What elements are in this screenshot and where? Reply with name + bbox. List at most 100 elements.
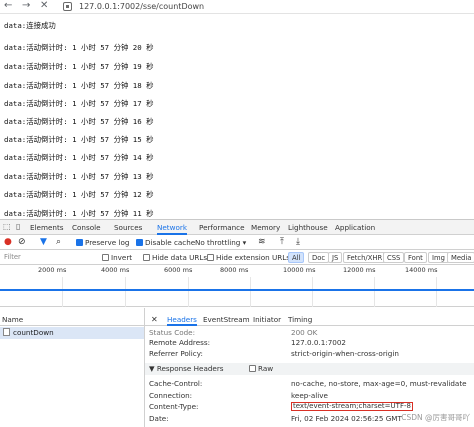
filter-icon[interactable]: ▼	[40, 235, 47, 250]
tab-console[interactable]: Console	[72, 220, 101, 235]
response-header-key: Date:	[149, 414, 169, 423]
checkbox-icon	[143, 254, 150, 261]
tab-lighthouse[interactable]: Lighthouse	[288, 220, 328, 235]
tick-gridline	[250, 277, 251, 307]
filter-type-font[interactable]: Font	[404, 252, 427, 263]
tab-timing[interactable]: Timing	[288, 313, 312, 326]
filter-type-img[interactable]: Img	[428, 252, 449, 263]
tab-headers[interactable]: Headers	[167, 313, 197, 326]
checkbox-icon	[249, 365, 256, 372]
tick-gridline	[188, 277, 189, 307]
devtools-tabbar: ⬚ ▯ Elements Console Sources Network Per…	[0, 220, 474, 235]
tab-initiator[interactable]: Initiator	[253, 313, 281, 326]
expand-triangle-icon: ▼	[149, 364, 155, 373]
general-header-value: strict-origin-when-cross-origin	[291, 349, 399, 358]
request-row-countdown[interactable]: countDown	[0, 327, 144, 339]
tick-gridline	[125, 277, 126, 307]
sse-message-line: data:活动倒计时: 1 小时 57 分钟 13 秒	[4, 172, 154, 181]
filter-type-fetch[interactable]: Fetch/XHR	[343, 252, 387, 263]
checkbox-icon	[102, 254, 109, 261]
response-header-key: Content-Type:	[149, 402, 199, 411]
tick-gridline	[312, 277, 313, 307]
filter-type-doc[interactable]: Doc	[308, 252, 330, 263]
filter-bar: Filter Invert Hide data URLs Hide extens…	[0, 250, 474, 265]
invert-label: Invert	[111, 253, 133, 262]
disable-cache-checkbox[interactable]: Disable cache	[136, 235, 195, 250]
throttling-value: No throttling	[195, 238, 241, 247]
network-toolbar: ● ⊘ ▼ ⌕ Preserve log Disable cache No th…	[0, 235, 474, 250]
close-details-icon[interactable]: ✕	[151, 313, 158, 326]
general-header-key: Remote Address:	[149, 338, 211, 347]
response-header-value: Fri, 02 Feb 2024 02:56:25 GMT	[291, 414, 402, 423]
filter-type-css[interactable]: CSS	[383, 252, 405, 263]
timeline-tick: 4000 ms	[101, 266, 130, 274]
raw-toggle[interactable]: Raw	[249, 363, 273, 375]
timeline-tick: 14000 ms	[405, 266, 438, 274]
tab-application[interactable]: Application	[335, 220, 375, 235]
sse-message-line: data:活动倒计时: 1 小时 57 分钟 15 秒	[4, 135, 154, 144]
forward-arrow-icon[interactable]: →	[22, 0, 30, 12]
network-timeline[interactable]: 2000 ms 4000 ms 6000 ms 8000 ms 10000 ms…	[0, 265, 474, 307]
general-header-value: 127.0.0.1:7002	[291, 338, 347, 347]
disable-cache-label: Disable cache	[145, 238, 196, 247]
tick-gridline	[62, 277, 63, 307]
sse-message-line: data:活动倒计时: 1 小时 57 分钟 12 秒	[4, 190, 154, 199]
address-bar[interactable]: 127.0.0.1:7002/sse/countDown	[79, 1, 204, 12]
response-headers-section[interactable]: ▼ Response Headers Raw	[145, 363, 474, 375]
timeline-tick: 10000 ms	[283, 266, 316, 274]
back-arrow-icon[interactable]: ←	[4, 0, 12, 12]
timeline-tick: 8000 ms	[220, 266, 249, 274]
hide-ext-urls-label: Hide extension URLs	[216, 253, 290, 262]
download-icon[interactable]: ⤓	[296, 235, 300, 250]
content-type-highlight: text/event-stream;charset=UTF-8	[291, 402, 413, 411]
sse-message-line: data:活动倒计时: 1 小时 57 分钟 14 秒	[4, 153, 154, 162]
invert-checkbox[interactable]: Invert	[102, 250, 132, 265]
tab-elements[interactable]: Elements	[30, 220, 64, 235]
sse-message-line: data:活动倒计时: 1 小时 57 分钟 16 秒	[4, 117, 154, 126]
browser-toolbar: ← → ✕ 127.0.0.1:7002/sse/countDown	[0, 0, 474, 14]
response-header-value: no-cache, no-store, max-age=0, must-reva…	[291, 379, 467, 388]
requests-name-header[interactable]: Name	[0, 313, 144, 326]
filter-type-js[interactable]: JS	[328, 252, 343, 263]
sse-message-line: data:活动倒计时: 1 小时 57 分钟 17 秒	[4, 99, 154, 108]
watermark: CSDN @厉害哥哥吖	[401, 413, 470, 422]
throttling-select[interactable]: No throttling ▾	[195, 235, 246, 250]
inspect-element-icon[interactable]: ⬚	[3, 221, 11, 233]
close-icon[interactable]: ✕	[40, 0, 48, 12]
site-info-icon[interactable]	[63, 2, 72, 11]
tab-eventstream[interactable]: EventStream	[203, 313, 250, 326]
clear-icon[interactable]: ⊘	[18, 235, 26, 250]
upload-icon[interactable]: ⤒	[280, 235, 284, 250]
tick-gridline	[436, 277, 437, 307]
checkbox-checked-icon	[76, 239, 83, 246]
response-header-key: Connection:	[149, 391, 193, 400]
response-headers-title: Response Headers	[156, 364, 224, 373]
sse-message-line: data:活动倒计时: 1 小时 57 分钟 20 秒	[4, 43, 154, 52]
response-header-key: Cache-Control:	[149, 379, 203, 388]
tab-sources[interactable]: Sources	[114, 220, 142, 235]
hide-data-urls-checkbox[interactable]: Hide data URLs	[143, 250, 207, 265]
devtools-panel: ⬚ ▯ Elements Console Sources Network Per…	[0, 219, 474, 427]
preserve-log-label: Preserve log	[85, 238, 130, 247]
tab-memory[interactable]: Memory	[251, 220, 280, 235]
record-icon[interactable]: ●	[4, 235, 12, 250]
filter-type-all[interactable]: All	[288, 252, 305, 263]
tab-network[interactable]: Network	[157, 220, 188, 235]
hide-data-urls-label: Hide data URLs	[152, 253, 208, 262]
page-content: data:连接成功 data:活动倒计时: 1 小时 57 分钟 20 秒 data…	[0, 15, 474, 219]
search-icon[interactable]: ⌕	[56, 235, 61, 250]
wifi-icon[interactable]: ≋	[258, 235, 266, 250]
sse-message-line: data:活动倒计时: 1 小时 57 分钟 11 秒	[4, 209, 154, 218]
filter-type-media[interactable]: Media	[447, 252, 474, 263]
tab-performance[interactable]: Performance	[199, 220, 245, 235]
document-icon	[3, 328, 10, 336]
checkbox-checked-icon	[136, 239, 143, 246]
preserve-log-checkbox[interactable]: Preserve log	[76, 235, 129, 250]
filter-input[interactable]: Filter	[2, 252, 92, 263]
sse-message-line: data:连接成功	[4, 21, 56, 30]
device-toggle-icon[interactable]: ▯	[16, 221, 20, 233]
general-header-value: 200 OK	[291, 328, 318, 337]
raw-label: Raw	[258, 364, 274, 373]
hide-ext-urls-checkbox[interactable]: Hide extension URLs	[207, 250, 290, 265]
response-header-value: keep-alive	[291, 391, 328, 400]
